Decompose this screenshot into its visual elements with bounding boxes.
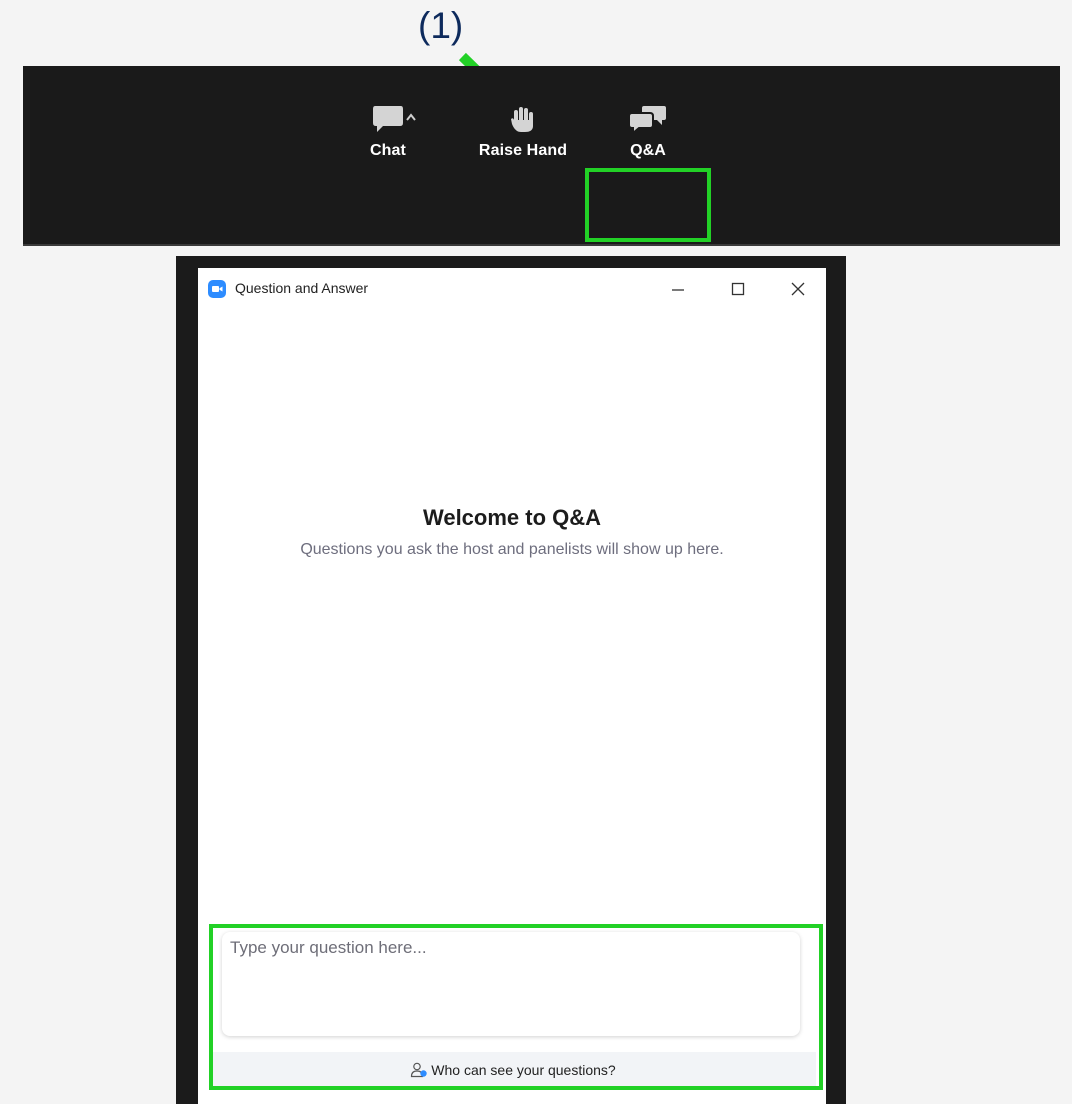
close-icon — [791, 282, 805, 296]
window-title: Question and Answer — [235, 280, 369, 296]
qa-window: Question and Answer Welcome to Q&A Quest… — [198, 268, 826, 1104]
chat-label: Chat — [370, 142, 406, 159]
who-can-see-label: Who can see your questions? — [431, 1062, 616, 1078]
close-button[interactable] — [778, 274, 818, 304]
minimize-icon — [672, 289, 684, 291]
who-can-see-link[interactable]: Who can see your questions? — [210, 1062, 816, 1078]
raise-hand-label: Raise Hand — [478, 142, 568, 159]
caret-up-icon[interactable] — [404, 112, 418, 124]
qa-footer: Who can see your questions? — [210, 1052, 816, 1088]
raise-hand-button[interactable]: Raise Hand — [470, 104, 576, 174]
raise-hand-icon — [511, 107, 533, 132]
qa-button[interactable]: Q&A — [610, 104, 686, 174]
welcome-description: Questions you ask the host and panelists… — [300, 541, 724, 558]
window-titlebar: Question and Answer — [198, 268, 826, 312]
qa-bubbles-icon — [628, 106, 666, 134]
person-icon — [411, 1062, 427, 1078]
chat-bubble-icon — [373, 106, 403, 132]
welcome-heading: Welcome to Q&A — [422, 505, 602, 530]
minimize-button[interactable] — [658, 274, 698, 304]
qa-button-highlight — [585, 168, 711, 242]
question-input[interactable] — [230, 938, 790, 1028]
maximize-icon — [731, 282, 745, 296]
maximize-button[interactable] — [718, 274, 758, 304]
qa-label: Q&A — [630, 142, 666, 159]
question-composer — [222, 932, 800, 1036]
welcome-message: Welcome to Q&A Questions you ask the hos… — [198, 502, 826, 562]
zoom-app-icon — [208, 280, 226, 298]
